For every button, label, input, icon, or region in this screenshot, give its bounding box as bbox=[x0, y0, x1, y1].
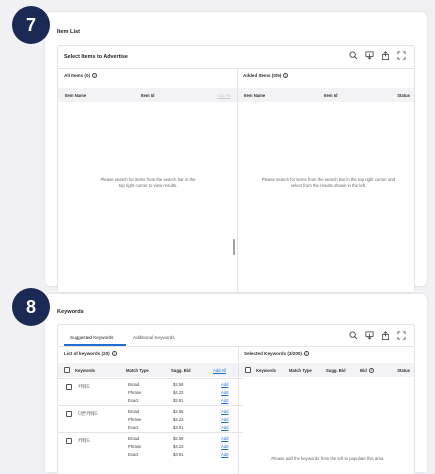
col-sugg-bid: Sugg. Bid bbox=[326, 367, 346, 373]
expand-icon[interactable] bbox=[397, 51, 406, 60]
col-keywords: Keywords bbox=[75, 367, 96, 373]
keywords-left-header: Keywords Match Type Sugg. Bid Add All bbox=[58, 363, 238, 377]
sugg-bid-list: $2.56 $4.23 $3.91 bbox=[173, 436, 184, 457]
keyword-row: 다른키워드 Broad Phrase Exact $2.56 $4.23 $3.91 A… bbox=[58, 405, 243, 432]
info-icon[interactable]: i bbox=[111, 351, 117, 356]
add-links[interactable]: Add Add Add bbox=[221, 381, 228, 405]
scrollbar-thumb[interactable] bbox=[233, 239, 235, 255]
add-all-link[interactable]: Add All bbox=[217, 93, 230, 98]
sugg-bid-list: $2.56 $4.23 $3.91 bbox=[173, 382, 184, 403]
right-empty-message: Please search for items from the search … bbox=[261, 177, 396, 188]
row-checkbox[interactable] bbox=[66, 411, 72, 417]
left-table-header: Item Name Item Id Add All bbox=[58, 88, 237, 102]
add-links[interactable]: Add Add Add bbox=[221, 408, 228, 432]
select-all-checkbox[interactable] bbox=[64, 367, 70, 373]
col-bid: Bid i bbox=[360, 367, 374, 373]
add-link[interactable]: Add bbox=[221, 389, 228, 397]
keywords-panel-toolbar bbox=[349, 331, 406, 340]
col-item-name: Item Name bbox=[244, 92, 266, 98]
item-panel-toolbar bbox=[349, 51, 406, 60]
step-badge-7: 7 bbox=[12, 6, 50, 44]
selected-empty-message: Please add the keywords from the left to… bbox=[271, 456, 385, 461]
keyword-row: 키워드 Broad Phrase Exact $2.56 $4.23 $3.91 Add… bbox=[58, 432, 243, 459]
search-icon[interactable] bbox=[349, 331, 358, 340]
tab-additional-keywords[interactable]: Additional Keywords bbox=[133, 335, 175, 340]
share-icon[interactable] bbox=[381, 51, 390, 60]
keyword-row: 키워드 Broad Phrase Exact $2.56 $4.23 $3.91 Add… bbox=[58, 378, 243, 405]
col-match-type: Match Type bbox=[126, 367, 149, 373]
row-checkbox[interactable] bbox=[66, 384, 72, 390]
keywords-list-label: List of keywords (20) i bbox=[64, 351, 117, 356]
item-list-card: Item List Select Items to Advertise All … bbox=[45, 12, 427, 293]
col-item-name: Item Name bbox=[65, 92, 87, 98]
add-all-link[interactable]: Add All bbox=[213, 368, 226, 373]
right-table-header: Item Name Item Id Status bbox=[238, 88, 414, 102]
col-keywords: Keywords bbox=[256, 367, 277, 373]
col-match-type: Match Type bbox=[289, 367, 312, 373]
add-link[interactable]: Add bbox=[221, 408, 228, 416]
item-list-title: Item List bbox=[57, 29, 81, 35]
selected-keywords-label: Selected Keywords (3/200) i bbox=[244, 351, 309, 356]
col-sugg-bid: Sugg. Bid bbox=[171, 367, 191, 373]
add-link[interactable]: Add bbox=[221, 397, 228, 405]
keywords-right-header: Keywords Match Type Sugg. Bid Bid i Statu… bbox=[239, 363, 414, 377]
share-icon[interactable] bbox=[381, 331, 390, 340]
all-items-label: All Items (0) i bbox=[64, 73, 98, 78]
info-icon[interactable]: i bbox=[92, 73, 98, 78]
match-type-list: Broad Phrase Exact bbox=[128, 382, 142, 403]
info-icon[interactable]: i bbox=[283, 73, 289, 78]
info-icon[interactable]: i bbox=[303, 351, 309, 356]
download-icon[interactable] bbox=[365, 51, 374, 60]
keyword-text: 다른키워드 bbox=[78, 411, 99, 416]
add-link[interactable]: Add bbox=[221, 451, 228, 459]
sugg-bid-list: $2.56 $4.23 $3.91 bbox=[173, 409, 184, 430]
add-links[interactable]: Add Add Add bbox=[221, 435, 228, 459]
keywords-card: Keywords Suggested Keywords Additional K… bbox=[45, 294, 427, 474]
match-type-list: Broad Phrase Exact bbox=[128, 409, 142, 430]
added-items-label: Added Items (0/5) i bbox=[243, 73, 289, 78]
step-badge-8: 8 bbox=[12, 288, 50, 326]
left-empty-message: Please search for items from the search … bbox=[100, 177, 196, 188]
col-status: Status bbox=[397, 92, 410, 98]
match-type-list: Broad Phrase Exact bbox=[128, 436, 142, 457]
add-link[interactable]: Add bbox=[221, 424, 228, 432]
keyword-text: 키워드 bbox=[78, 384, 91, 389]
row-checkbox[interactable] bbox=[66, 438, 72, 444]
keywords-panel: Suggested Keywords Additional Keywords L… bbox=[57, 324, 415, 474]
col-status: Status bbox=[397, 367, 410, 373]
col-item-id: Item Id bbox=[141, 92, 155, 98]
add-link[interactable]: Add bbox=[221, 416, 228, 424]
info-icon[interactable]: i bbox=[368, 367, 374, 373]
search-icon[interactable] bbox=[349, 51, 358, 60]
panel-divider bbox=[58, 346, 414, 347]
item-panel-title: Select Items to Advertise bbox=[64, 54, 128, 60]
keyword-text: 키워드 bbox=[78, 438, 91, 443]
add-link[interactable]: Add bbox=[221, 435, 228, 443]
add-link[interactable]: Add bbox=[221, 381, 228, 389]
add-link[interactable]: Add bbox=[221, 443, 228, 451]
tab-suggested-keywords[interactable]: Suggested Keywords bbox=[70, 335, 113, 340]
download-icon[interactable] bbox=[365, 331, 374, 340]
keywords-title: Keywords bbox=[57, 309, 84, 315]
item-select-panel: Select Items to Advertise All Items (0) i… bbox=[57, 45, 415, 293]
col-item-id: Item Id bbox=[324, 92, 338, 98]
expand-icon[interactable] bbox=[397, 331, 406, 340]
select-all-checkbox[interactable] bbox=[245, 367, 251, 373]
